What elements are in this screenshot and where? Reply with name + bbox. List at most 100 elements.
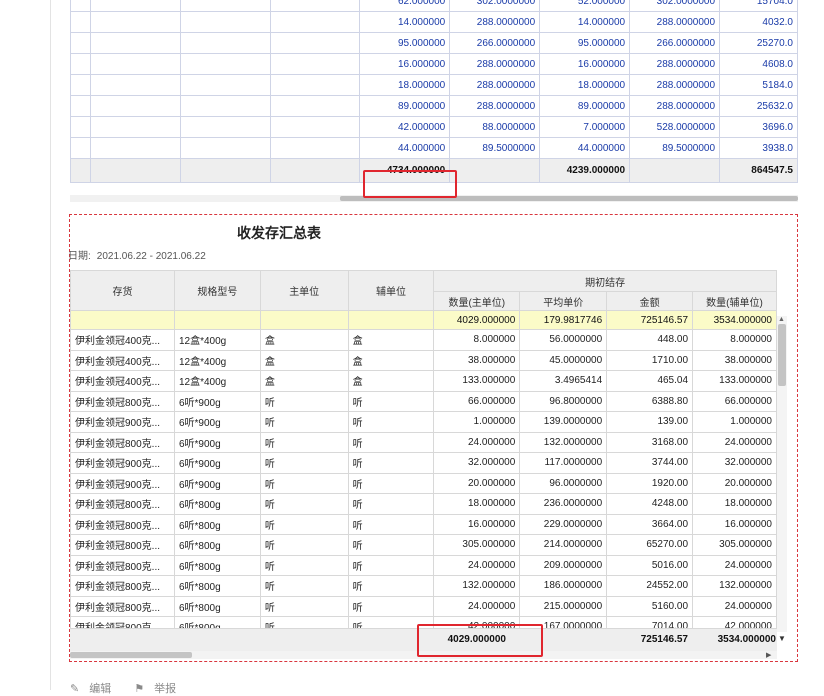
cell-spec: 6听*800g — [173, 575, 261, 597]
cell-qty-aux: 38.000000 — [692, 349, 777, 371]
empty-cell — [70, 158, 91, 183]
cell-item: 伊利金领冠400克... — [70, 370, 175, 392]
table-row[interactable]: 伊利金领冠800克... 6听*900g 听听 66.000000 96.8000000… — [70, 390, 777, 412]
scrollbar-thumb[interactable] — [70, 652, 192, 658]
cell-avg-price: 96.0000000 — [519, 472, 608, 494]
report-label: 举报 — [154, 683, 177, 695]
cell-amount: 3696.0 — [719, 116, 798, 138]
upper-table-row[interactable]: 95.000000 266.0000000 95.000000 266.0000000… — [70, 32, 798, 54]
cell-qty-aux: 16.000000 — [692, 513, 777, 535]
cell-qty2: 18.000000 — [539, 74, 631, 96]
header-main-unit[interactable]: 主单位 — [259, 270, 349, 311]
cell-qty-aux: 133.000000 — [692, 370, 777, 392]
cell-spec: 12盒*400g — [173, 349, 261, 371]
cell-item: 伊利金领冠900克... — [70, 411, 175, 433]
upper-table-row[interactable]: 16.000000 288.0000000 16.000000 288.0000000… — [70, 53, 798, 75]
cell-price2: 89.5000000 — [629, 137, 721, 159]
cell-qty-main: 305.000000 — [433, 534, 521, 556]
header-qty-aux[interactable]: 数量(辅单位) — [692, 291, 777, 311]
report-title: 收发存汇总表 — [237, 225, 321, 241]
table-row[interactable]: 伊利金领冠800克... 6听*800g 听听 305.000000 214.00000… — [70, 534, 777, 556]
cell-main-unit: 盒 — [259, 329, 349, 351]
cell-item: 伊利金领冠400克... — [70, 329, 175, 351]
cell-price1: 302.0000000 — [449, 0, 541, 12]
empty-cell — [269, 116, 361, 138]
header-item[interactable]: 存货 — [70, 270, 175, 311]
upper-table-row[interactable]: 18.000000 288.0000000 18.000000 288.0000000… — [70, 74, 798, 96]
cell-amount: 25632.0 — [719, 95, 798, 117]
table-row[interactable]: 伊利金领冠800克... 6听*800g 听听 16.000000 229.000000… — [70, 513, 777, 535]
upper-table-row[interactable]: 44.000000 89.5000000 44.000000 89.5000000 39… — [70, 137, 798, 159]
table-row[interactable]: 伊利金领冠900克... 6听*900g 听听 1.000000 139.0000000… — [70, 411, 777, 433]
empty-cell — [269, 53, 361, 75]
cell-spec: 6听*800g — [173, 513, 261, 535]
table-row[interactable]: 伊利金领冠800克... 6听*800g 听听 24.000000 215.000000… — [70, 595, 777, 617]
header-amount[interactable]: 金额 — [606, 291, 694, 311]
table-row[interactable]: 伊利金领冠400克... 12盒*400g 盒盒 38.000000 45.000000… — [70, 349, 777, 371]
cell-qty-main: 24.000000 — [433, 554, 521, 576]
table-row[interactable]: 伊利金领冠400克... 12盒*400g 盒盒 8.000000 56.0000000… — [70, 329, 777, 351]
cell-amount: 3938.0 — [719, 137, 798, 159]
table-row[interactable]: 伊利金领冠800克... 6听*900g 听听 24.000000 132.000000… — [70, 431, 777, 453]
header-aux-unit[interactable]: 辅单位 — [347, 270, 435, 311]
cell-spec: 6听*900g — [173, 390, 261, 412]
empty-cell — [89, 32, 181, 54]
cell-amount: 465.04 — [606, 370, 694, 392]
table-row[interactable]: 伊利金领冠900克... 6听*900g 听听 20.000000 96.0000000… — [70, 472, 777, 494]
cell-main-unit: 听 — [259, 472, 349, 494]
cell-avg-price: 209.0000000 — [519, 554, 608, 576]
empty-cell — [629, 158, 721, 183]
cell-avg-price: 132.0000000 — [519, 431, 608, 453]
empty-cell — [89, 116, 181, 138]
cell-qty2: 52.000000 — [539, 0, 631, 12]
cell-aux-unit: 听 — [347, 411, 435, 433]
cell-price2: 288.0000000 — [629, 95, 721, 117]
cell-spec: 6听*900g — [173, 431, 261, 453]
cell-avg-price: 117.0000000 — [519, 452, 608, 474]
report-date: 日期: 2021.06.22 - 2021.06.22 — [68, 247, 212, 262]
scroll-up-icon[interactable]: ▲ — [778, 316, 785, 323]
cell-avg-price: 236.0000000 — [519, 493, 608, 515]
cell-qty-main: 66.000000 — [433, 390, 521, 412]
upper-table-row[interactable]: 42.000000 88.0000000 7.000000 528.0000000 36… — [70, 116, 798, 138]
header-spec[interactable]: 规格型号 — [173, 270, 261, 311]
table-row[interactable]: 伊利金领冠800克... 6听*800g 听听 132.000000 186.00000… — [70, 575, 777, 597]
vertical-scrollbar[interactable]: ▲ — [777, 316, 787, 632]
cell-main-unit: 听 — [259, 431, 349, 453]
empty-cell — [89, 158, 181, 183]
table-row[interactable]: 伊利金领冠800克... 6听*800g 听听 24.000000 209.000000… — [70, 554, 777, 576]
table-row[interactable]: 伊利金领冠400克... 12盒*400g 盒盒 133.000000 3.496541… — [70, 370, 777, 392]
cell-aux-unit: 听 — [347, 595, 435, 617]
scroll-down-icon[interactable]: ▼ — [778, 634, 786, 643]
cell-spec: 6听*800g — [173, 595, 261, 617]
cell-item: 伊利金领冠900克... — [70, 472, 175, 494]
upper-table-row[interactable]: 14.000000 288.0000000 14.000000 288.0000000… — [70, 11, 798, 33]
upper-table-row[interactable]: 62.000000 302.0000000 52.000000 302.0000000… — [70, 0, 798, 12]
scroll-right-icon[interactable]: ▶ — [766, 651, 771, 659]
pencil-icon: ✎ — [70, 683, 80, 695]
cell-spec: 6听*900g — [173, 411, 261, 433]
header-qty-main[interactable]: 数量(主单位) — [433, 291, 521, 311]
empty-cell — [179, 95, 271, 117]
cell-amount: 65270.00 — [606, 534, 694, 556]
cell-price1: 288.0000000 — [449, 53, 541, 75]
empty-cell — [89, 0, 181, 12]
cell-aux-unit: 听 — [347, 575, 435, 597]
edit-action[interactable]: ✎ 编辑 — [70, 683, 121, 695]
cell-amount: 5016.00 — [606, 554, 694, 576]
report-action[interactable]: ⚑ 举报 — [134, 683, 186, 695]
cell-main-unit: 听 — [259, 534, 349, 556]
cell-qty-main: 38.000000 — [433, 349, 521, 371]
table-row[interactable]: 伊利金领冠900克... 6听*900g 听听 32.000000 117.000000… — [70, 452, 777, 474]
cell-spec: 6听*900g — [173, 452, 261, 474]
cell-qty-aux: 132.000000 — [692, 575, 777, 597]
cell-main-unit: 听 — [259, 493, 349, 515]
table-row[interactable]: 伊利金领冠800克... 6听*800g 听听 18.000000 236.000000… — [70, 493, 777, 515]
cell-amount: 6388.80 — [606, 390, 694, 412]
upper-table-row[interactable]: 89.000000 288.0000000 89.000000 288.0000000… — [70, 95, 798, 117]
scrollbar-thumb[interactable] — [778, 324, 786, 386]
cell-amount: 4248.00 — [606, 493, 694, 515]
cell-spec: 12盒*400g — [173, 329, 261, 351]
cell-qty2: 7.000000 — [539, 116, 631, 138]
header-avg-price[interactable]: 平均单价 — [519, 291, 608, 311]
